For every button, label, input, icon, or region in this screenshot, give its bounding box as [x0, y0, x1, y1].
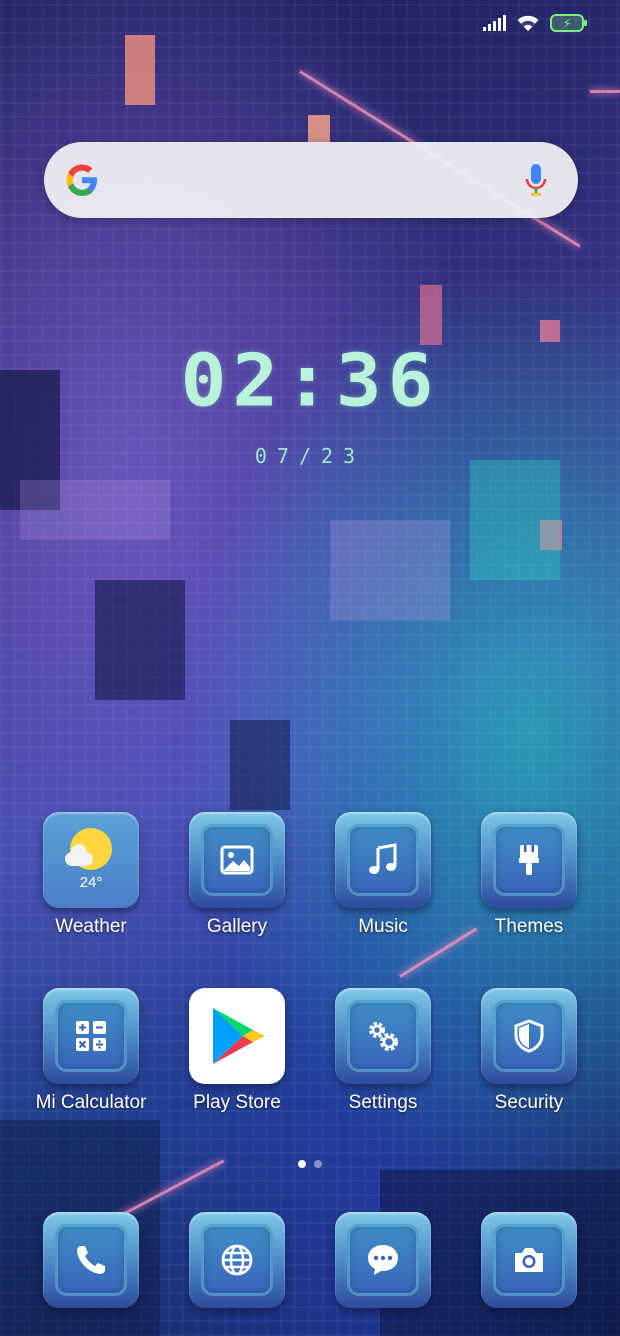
paintbrush-icon	[519, 845, 539, 875]
neon-line	[590, 90, 620, 93]
app-tile[interactable]	[335, 988, 431, 1084]
app-tile[interactable]	[189, 812, 285, 908]
app-tile[interactable]	[43, 988, 139, 1084]
browser-globe-icon	[221, 1244, 253, 1276]
app-label: Security	[494, 1092, 564, 1113]
wallpaper-block	[95, 580, 185, 700]
app-label: Mi Calculator	[35, 1092, 147, 1113]
app-mi-calculator[interactable]: Mi Calculator	[18, 988, 164, 1114]
app-label: Music	[358, 916, 408, 937]
app-tile[interactable]	[481, 988, 577, 1084]
app-label: Themes	[494, 916, 564, 937]
home-screen: ⚡ 02:36 07/23 24° Weather Gallery Music …	[0, 0, 620, 1336]
wallpaper-block	[470, 460, 560, 580]
app-tile[interactable]	[189, 1212, 285, 1308]
dock-phone[interactable]	[18, 1212, 164, 1308]
dock-messages[interactable]	[310, 1212, 456, 1308]
app-label: Settings	[348, 1092, 418, 1113]
camera-icon	[515, 1248, 543, 1272]
search-bar[interactable]	[44, 142, 578, 218]
clock-date: 07/23	[254, 444, 366, 468]
app-label: Weather	[55, 916, 127, 937]
wallpaper-block	[420, 285, 442, 345]
app-tile[interactable]	[481, 1212, 577, 1308]
app-music[interactable]: Music	[310, 812, 456, 938]
app-settings[interactable]: Settings	[310, 988, 456, 1114]
wallpaper-block	[308, 115, 330, 143]
phone-icon	[77, 1246, 105, 1274]
wallpaper-block	[20, 480, 170, 540]
app-label: Play Store	[193, 1092, 281, 1113]
app-tile[interactable]	[43, 1212, 139, 1308]
gears-icon	[369, 1022, 398, 1051]
music-note-icon	[369, 843, 397, 874]
microphone-icon[interactable]	[524, 162, 548, 198]
battery-charging-icon: ⚡	[550, 14, 587, 32]
app-play-store[interactable]: Play Store	[164, 988, 310, 1114]
google-logo-icon	[66, 164, 97, 196]
app-tile[interactable]	[335, 812, 431, 908]
app-themes[interactable]: Themes	[456, 812, 602, 938]
app-security[interactable]: Security	[456, 988, 602, 1114]
wallpaper-block	[330, 520, 450, 620]
weather-temperature: 24°	[79, 874, 103, 891]
play-store-icon	[213, 1008, 265, 1064]
app-tile[interactable]	[481, 812, 577, 908]
page-indicator[interactable]	[0, 1160, 620, 1168]
wallpaper-block	[125, 35, 155, 105]
gallery-icon	[220, 845, 254, 875]
app-gallery[interactable]: Gallery	[164, 812, 310, 938]
calculator-icon	[76, 1021, 106, 1051]
app-tile[interactable]	[335, 1212, 431, 1308]
dock-browser[interactable]	[164, 1212, 310, 1308]
cloud-icon	[65, 844, 93, 866]
weather-tile[interactable]: 24°	[43, 812, 139, 908]
wifi-icon	[517, 15, 539, 31]
page-dot-active[interactable]	[298, 1160, 306, 1168]
cellular-signal-icon	[483, 15, 506, 31]
app-tile[interactable]	[189, 988, 285, 1084]
wallpaper-block	[230, 720, 290, 810]
shield-icon	[514, 1019, 544, 1053]
status-bar: ⚡	[483, 14, 587, 32]
messages-icon	[368, 1245, 398, 1275]
app-weather[interactable]: 24° Weather	[18, 812, 164, 938]
page-dot[interactable]	[314, 1160, 322, 1168]
clock-time[interactable]: 02:36	[0, 338, 620, 423]
dock-camera[interactable]	[456, 1212, 602, 1308]
app-label: Gallery	[206, 916, 268, 937]
